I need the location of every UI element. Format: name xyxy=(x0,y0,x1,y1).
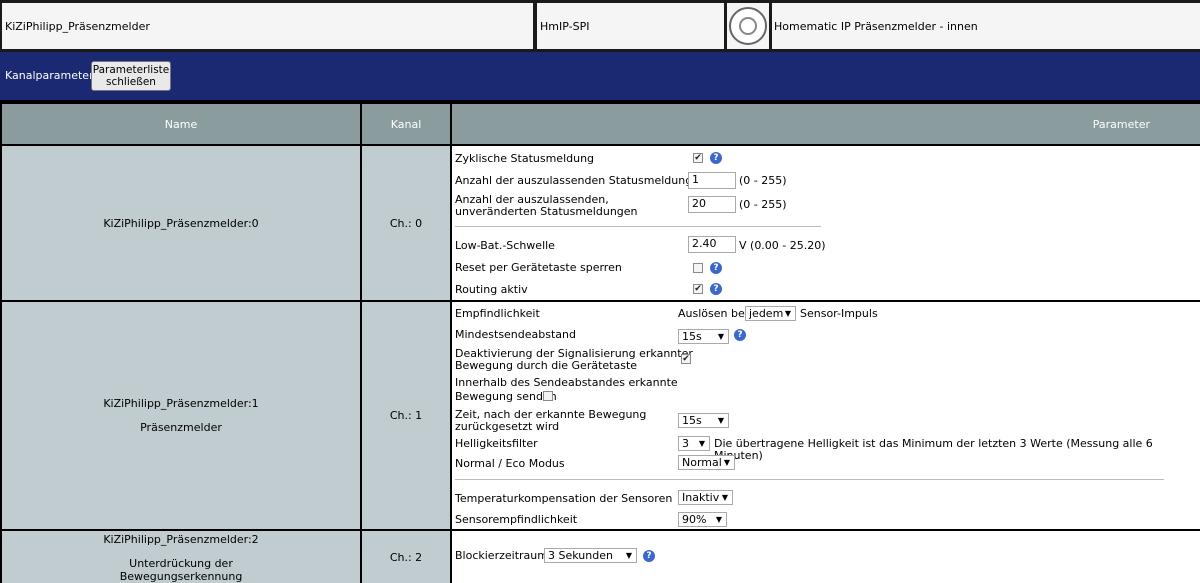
close-button-line1: Parameterliste xyxy=(92,64,170,76)
eco-mode-label: Normal / Eco Modus xyxy=(455,457,565,470)
channel-1-number-cell: Ch.: 1 xyxy=(362,302,450,529)
eco-mode-select-value: Normal xyxy=(682,456,722,469)
close-parameter-list-button[interactable]: Parameterliste schließen xyxy=(91,61,171,91)
device-name-cell: KiZiPhilipp_Präsenzmelder xyxy=(2,3,533,49)
channel-2-number-cell: Ch.: 2 xyxy=(362,531,450,583)
reset-lock-label: Reset per Gerätetaste sperren xyxy=(455,261,622,274)
channel-2-name: KiZiPhilipp_Präsenzmelder:2 xyxy=(103,533,259,546)
block-period-help-icon[interactable]: ? xyxy=(643,550,655,562)
chevron-down-icon: ▼ xyxy=(717,332,724,341)
cyclic-status-label: Zyklische Statusmeldung xyxy=(455,152,595,165)
within-interval-label-line1: Innerhalb des Sendeabstandes erkannte xyxy=(455,376,678,389)
column-header-parameter: Parameter xyxy=(452,104,1200,144)
brightness-filter-note: Die übertragene Helligkeit ist das Minim… xyxy=(714,437,1153,462)
device-description-cell: Homematic IP Präsenzmelder - innen xyxy=(772,3,1200,49)
channel-1-name-cell: KiZiPhilipp_Präsenzmelder:1 Präsenzmelde… xyxy=(2,302,360,529)
skip-unchanged-label-line2: unveränderten Statusmeldungen xyxy=(455,205,638,218)
eco-mode-select[interactable]: Normal ▼ xyxy=(678,455,735,470)
sensor-sensitivity-select-value: 90% xyxy=(682,513,707,526)
cyclic-status-help-icon[interactable]: ? xyxy=(710,152,722,164)
sensor-sensitivity-select[interactable]: 90% ▼ xyxy=(678,512,727,527)
chevron-down-icon: ▼ xyxy=(723,458,730,467)
section-divider xyxy=(455,479,1164,480)
column-header-channel-label: Kanal xyxy=(390,117,422,131)
lowbat-range: V (0.00 - 25.20) xyxy=(739,239,826,252)
device-type: HmIP-SPI xyxy=(540,19,590,33)
skip-unchanged-input[interactable]: 20 xyxy=(688,196,736,213)
channel-1-name: KiZiPhilipp_Präsenzmelder:1 xyxy=(103,397,259,410)
sensitivity-label: Empfindlichkeit xyxy=(455,307,540,320)
routing-label: Routing aktiv xyxy=(455,283,528,296)
device-description: Homematic IP Präsenzmelder - innen xyxy=(774,19,978,33)
skip-status-input[interactable]: 1 xyxy=(688,172,736,189)
lowbat-label: Low-Bat.-Schwelle xyxy=(455,239,555,252)
reset-lock-help-icon[interactable]: ? xyxy=(710,262,722,274)
block-period-label: Blockierzeitraum xyxy=(455,549,548,562)
cyclic-status-checkbox[interactable]: ✔ xyxy=(693,153,703,163)
chevron-down-icon: ▼ xyxy=(715,515,722,524)
min-interval-select[interactable]: 15s ▼ xyxy=(678,329,729,344)
brightness-filter-select-value: 3 xyxy=(682,437,689,450)
min-interval-help-icon[interactable]: ? xyxy=(734,329,746,341)
channel-1-params: Empfindlichkeit Auslösen bei jedem ▼ Sens… xyxy=(452,302,1200,529)
channel-1-number: Ch.: 1 xyxy=(389,409,423,422)
channel-2-subtitle-line2: Bewegungserkennung xyxy=(119,570,243,583)
sensitivity-prefix: Auslösen bei xyxy=(678,307,748,320)
lowbat-input[interactable]: 2.40 xyxy=(688,236,736,253)
column-header-name-label: Name xyxy=(164,117,198,131)
sensitivity-select[interactable]: jedem ▼ xyxy=(745,306,796,321)
channel-1-subtitle: Präsenzmelder xyxy=(140,421,222,434)
brightness-filter-label: Helligkeitsfilter xyxy=(455,437,538,450)
deactivate-label-line2: Bewegung durch die Gerätetaste xyxy=(455,359,638,372)
device-type-cell: HmIP-SPI xyxy=(537,3,724,49)
block-period-select-value: 3 Sekunden xyxy=(548,549,613,562)
device-round-sensor-icon xyxy=(729,7,767,45)
chevron-down-icon: ▼ xyxy=(698,439,705,448)
temp-compensation-label: Temperaturkompensation der Sensoren xyxy=(455,492,673,505)
channel-2-params: Blockierzeitraum 3 Sekunden ▼ ? xyxy=(452,531,1200,583)
min-interval-select-value: 15s xyxy=(682,330,702,343)
routing-checkbox[interactable]: ✔ xyxy=(693,284,703,294)
close-button-line2: schließen xyxy=(106,76,156,88)
column-header-name: Name xyxy=(2,104,360,144)
deactivate-checkbox[interactable]: ✔ xyxy=(681,354,691,364)
skip-unchanged-range: (0 - 255) xyxy=(739,198,787,211)
sensor-sensitivity-label: Sensorempfindlichkeit xyxy=(455,513,578,526)
device-icon-cell xyxy=(727,3,769,49)
reset-time-select-value: 15s xyxy=(682,414,702,427)
channel-2-subtitle-line1: Unterdrückung der xyxy=(129,557,233,570)
sensitivity-suffix: Sensor-Impuls xyxy=(800,307,878,320)
channel-parameter-toolbar: Kanalparameter Parameterliste schließen xyxy=(0,52,1200,100)
brightness-filter-select[interactable]: 3 ▼ xyxy=(678,436,710,451)
reset-time-label-line2: zurückgesetzt wird xyxy=(455,420,560,433)
device-name: KiZiPhilipp_Präsenzmelder xyxy=(5,19,150,33)
skip-status-label: Anzahl der auszulassenden Statusmeldunge… xyxy=(455,174,706,187)
channel-0-number-cell: Ch.: 0 xyxy=(362,146,450,300)
reset-time-select[interactable]: 15s ▼ xyxy=(678,413,729,428)
column-header-parameter-label: Parameter xyxy=(1092,117,1150,131)
temp-compensation-select-value: Inaktiv xyxy=(682,491,720,504)
chevron-down-icon: ▼ xyxy=(717,416,724,425)
temp-compensation-select[interactable]: Inaktiv ▼ xyxy=(678,490,733,505)
section-divider xyxy=(455,226,821,227)
channel-2-name-cell: KiZiPhilipp_Präsenzmelder:2 Unterdrückun… xyxy=(2,531,360,583)
channel-2-number: Ch.: 2 xyxy=(389,550,423,564)
block-period-select[interactable]: 3 Sekunden ▼ xyxy=(544,548,637,563)
channel-0-params: Zyklische Statusmeldung ✔ ? Anzahl der a… xyxy=(452,146,1200,300)
reset-lock-checkbox[interactable] xyxy=(693,263,703,273)
chevron-down-icon: ▼ xyxy=(784,309,791,318)
min-interval-label: Mindestsendeabstand xyxy=(455,328,576,341)
channel-0-name: KiZiPhilipp_Präsenzmelder:0 xyxy=(103,216,259,230)
within-interval-checkbox[interactable] xyxy=(543,391,553,401)
skip-status-range: (0 - 255) xyxy=(739,174,787,187)
routing-help-icon[interactable]: ? xyxy=(710,283,722,295)
chevron-down-icon: ▼ xyxy=(625,551,632,560)
channel-0-name-cell: KiZiPhilipp_Präsenzmelder:0 xyxy=(2,146,360,300)
chevron-down-icon: ▼ xyxy=(721,493,728,502)
within-interval-label-line2: Bewegung senden xyxy=(455,390,557,403)
sensitivity-select-value: jedem xyxy=(749,307,784,320)
column-header-channel: Kanal xyxy=(362,104,450,144)
channel-0-number: Ch.: 0 xyxy=(389,216,423,230)
toolbar-label: Kanalparameter xyxy=(5,69,94,82)
